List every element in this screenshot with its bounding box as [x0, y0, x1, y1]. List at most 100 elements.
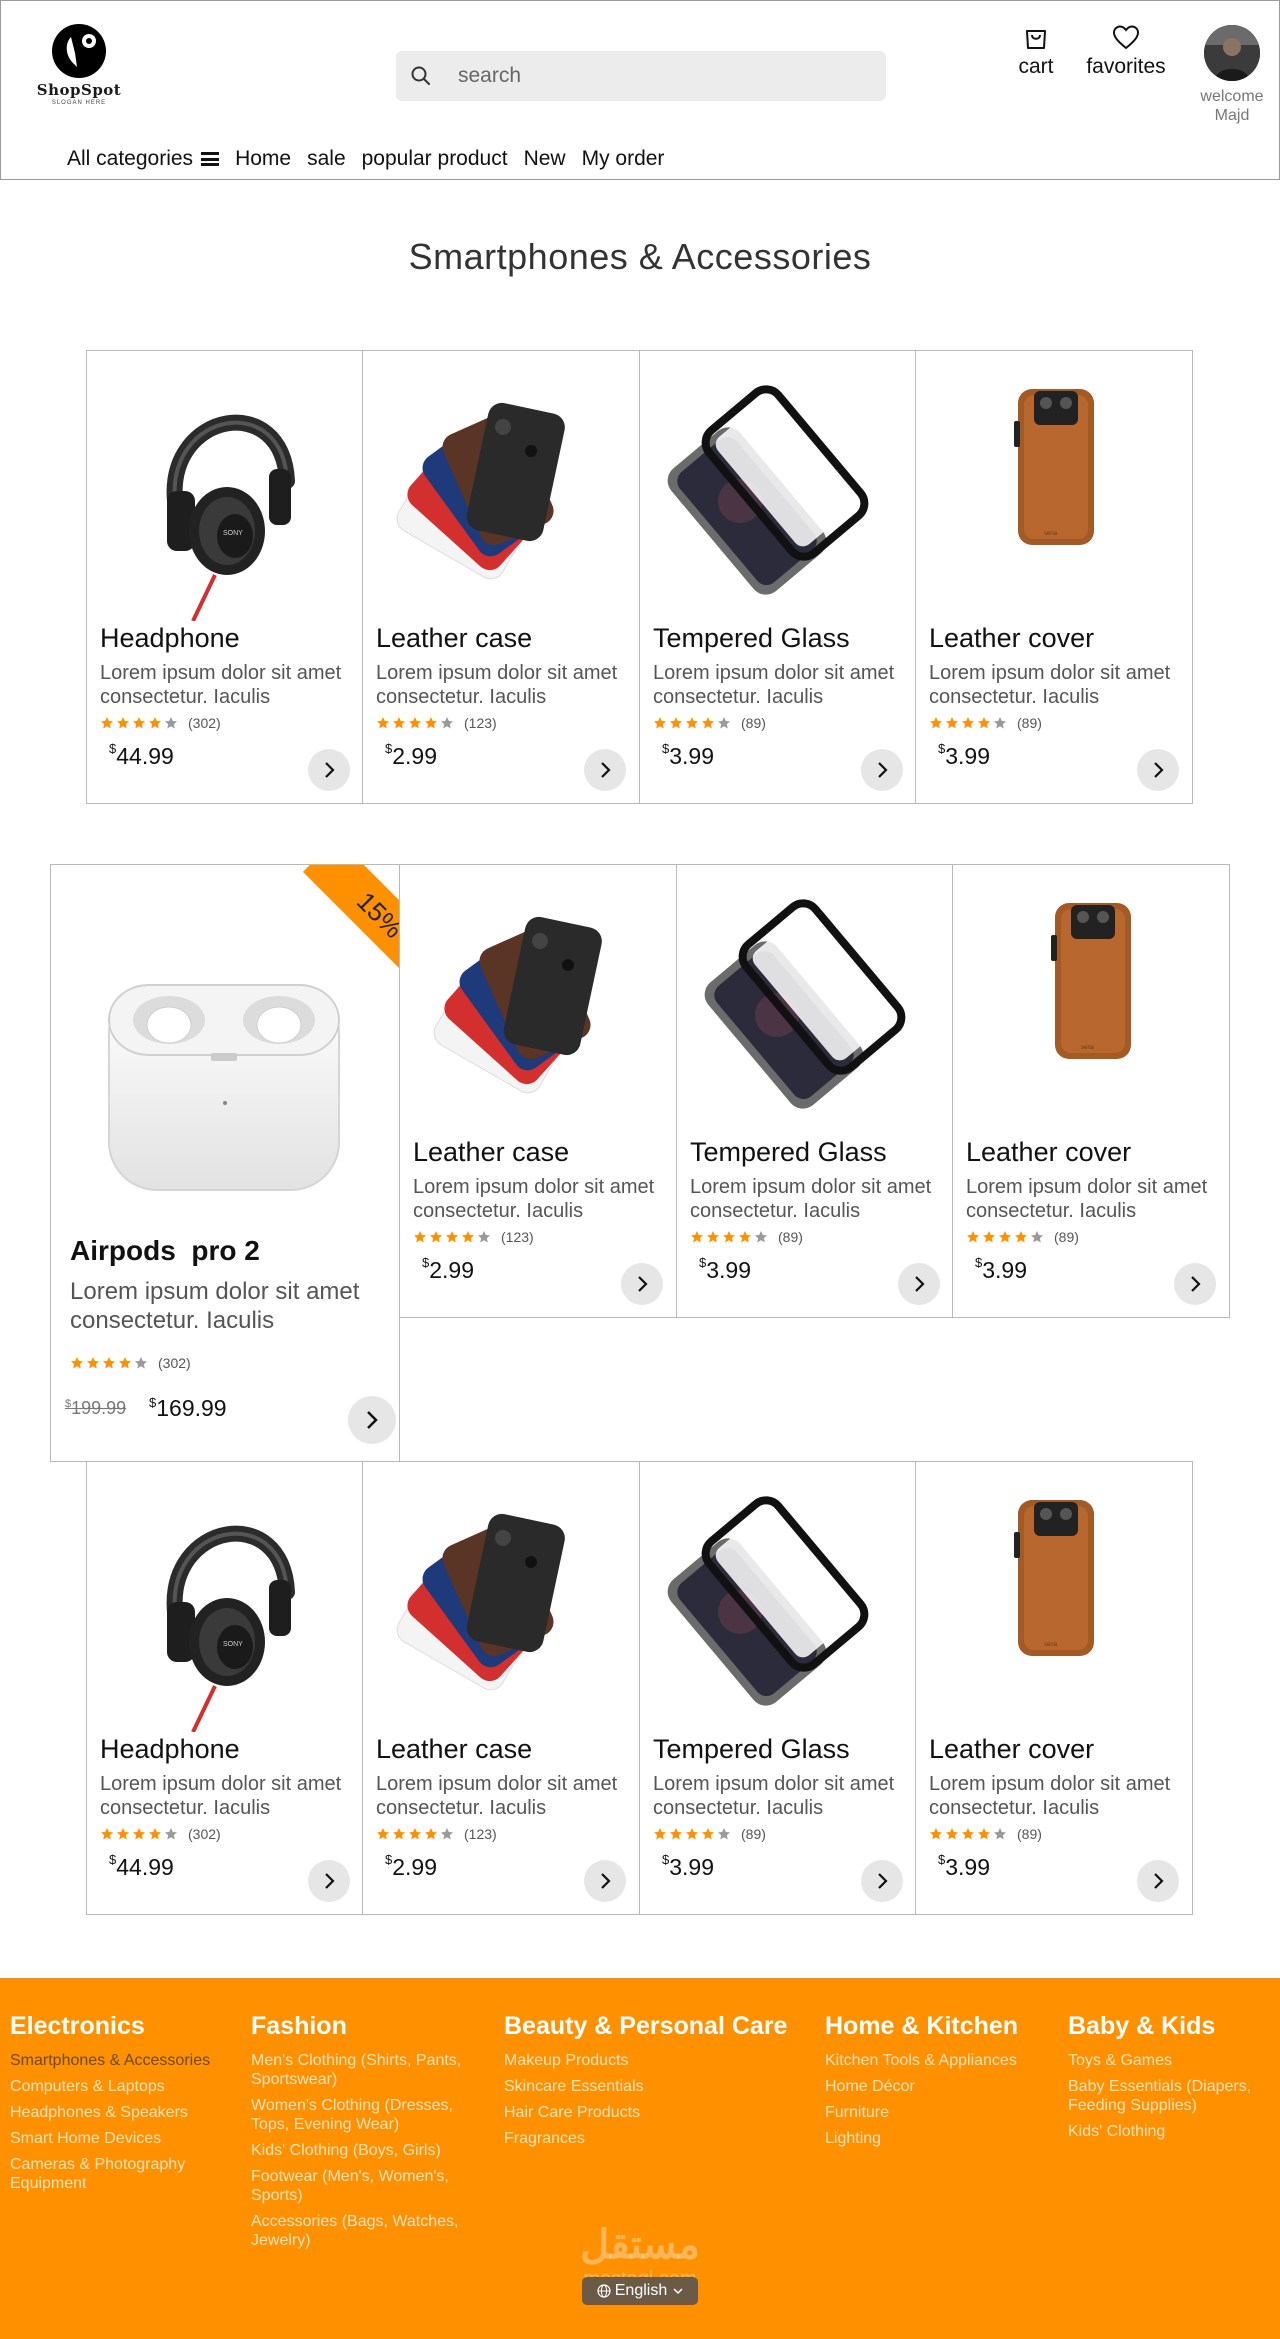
product-card[interactable]: Tempered Glass Lorem ipsum dolor sit ame…: [676, 864, 954, 1318]
view-product-button[interactable]: [584, 749, 626, 791]
nav-item-popular-product[interactable]: popular product: [362, 147, 508, 171]
brand-logo[interactable]: ShopSpot SLOGAN HERE: [29, 23, 129, 113]
all-categories-label: All categories: [67, 147, 194, 170]
star-filled-icon: [702, 1828, 714, 1840]
footer-column-title[interactable]: Fashion: [251, 2012, 481, 2041]
footer-link[interactable]: Headphones & Speakers: [10, 2103, 240, 2122]
leather-cover-image: sena: [1014, 389, 1094, 545]
chevron-right-icon: [878, 1873, 888, 1889]
product-rating: (89): [929, 715, 1042, 731]
star-filled-icon: [654, 1828, 666, 1840]
star-rating: [376, 716, 456, 730]
footer-link[interactable]: Kitchen Tools & Appliances: [825, 2051, 1055, 2070]
chevron-right-icon: [1154, 1873, 1164, 1889]
footer-link[interactable]: Toys & Games: [1068, 2051, 1273, 2070]
star-empty-icon: [994, 1828, 1006, 1840]
footer-link[interactable]: Makeup Products: [504, 2051, 734, 2070]
all-categories-menu[interactable]: All categories: [67, 147, 220, 171]
tempered-glass-image: [667, 1496, 869, 1706]
svg-text:sena: sena: [1081, 1045, 1095, 1051]
product-card[interactable]: Tempered Glass Lorem ipsum dolor sit ame…: [639, 350, 917, 804]
featured-rating: (302): [70, 1355, 191, 1371]
star-filled-icon: [133, 717, 145, 729]
footer-link[interactable]: Computers & Laptops: [10, 2077, 240, 2096]
footer-link[interactable]: Kids' Clothing: [1068, 2122, 1273, 2141]
footer-link[interactable]: Smart Home Devices: [10, 2129, 240, 2148]
search-input[interactable]: [458, 51, 868, 101]
footer-link[interactable]: Kids' Clothing (Boys, Girls): [251, 2141, 481, 2160]
headphone-image: SONY: [166, 414, 295, 621]
view-product-button[interactable]: [898, 1263, 940, 1305]
product-card[interactable]: SONY Headphone Lorem ipsum dolor sit ame…: [86, 1461, 364, 1915]
footer-link[interactable]: Skincare Essentials: [504, 2077, 734, 2096]
product-card[interactable]: SONY Headphone Lorem ipsum dolor sit ame…: [86, 350, 364, 804]
product-rating: (123): [376, 1826, 497, 1842]
cart-button[interactable]: cart: [1011, 23, 1061, 79]
nav-item-my-order[interactable]: My order: [582, 147, 665, 171]
currency-symbol: $: [662, 741, 670, 756]
favorites-button[interactable]: favorites: [1076, 23, 1176, 79]
star-empty-icon: [165, 1828, 177, 1840]
view-product-button[interactable]: [348, 1396, 396, 1444]
product-description: Lorem ipsum dolor sit amet consectetur. …: [929, 662, 1171, 708]
footer-link[interactable]: Furniture: [825, 2103, 1055, 2122]
view-product-button[interactable]: [861, 1860, 903, 1902]
footer-link[interactable]: Accessories (Bags, Watches, Jewelry): [251, 2212, 481, 2250]
product-description: Lorem ipsum dolor sit amet consectetur. …: [966, 1176, 1208, 1222]
footer-column-title[interactable]: Beauty & Personal Care: [504, 2012, 787, 2041]
product-card[interactable]: Leather case Lorem ipsum dolor sit amet …: [399, 864, 677, 1318]
product-card[interactable]: Tempered Glass Lorem ipsum dolor sit ame…: [639, 1461, 917, 1915]
footer-column-title[interactable]: Home & Kitchen: [825, 2012, 1055, 2041]
star-rating: [413, 1230, 493, 1244]
review-count: (89): [1017, 1826, 1042, 1842]
star-filled-icon: [414, 1231, 426, 1243]
footer-link[interactable]: Footwear (Men's, Women's, Sports): [251, 2167, 481, 2205]
review-count: (302): [158, 1355, 191, 1371]
view-product-button[interactable]: [1137, 1860, 1179, 1902]
footer-column: Fashion Men's Clothing (Shirts, Pants, Sp…: [251, 2012, 481, 2257]
footer-column-title[interactable]: Baby & Kids: [1068, 2012, 1273, 2041]
product-title: Leather case: [376, 1734, 533, 1764]
footer-link[interactable]: Home Décor: [825, 2077, 1055, 2096]
view-product-button[interactable]: [308, 749, 350, 791]
footer-link[interactable]: Baby Essentials (Diapers, Feeding Suppli…: [1068, 2077, 1273, 2115]
footer-column-title[interactable]: Electronics: [10, 2012, 240, 2041]
footer-column: Baby & Kids Toys & Games Baby Essentials (…: [1068, 2012, 1273, 2148]
nav-item-home[interactable]: Home: [235, 147, 291, 171]
product-price: $2.99: [385, 741, 437, 770]
language-selector[interactable]: English: [582, 2277, 698, 2305]
view-product-button[interactable]: [1174, 1263, 1216, 1305]
currency-symbol: $: [699, 1255, 707, 1270]
currency-symbol: $: [385, 1852, 393, 1867]
product-card[interactable]: sena Leather cover Lorem ipsum dolor sit…: [915, 350, 1193, 804]
old-price: $199.99: [65, 1398, 126, 1419]
view-product-button[interactable]: [1137, 749, 1179, 791]
avatar[interactable]: [1204, 25, 1260, 81]
footer-link[interactable]: Hair Care Products: [504, 2103, 734, 2122]
footer-link[interactable]: Men's Clothing (Shirts, Pants, Sportswea…: [251, 2051, 481, 2089]
featured-product-card[interactable]: 15% Airpods pro 2 Lorem ipsum dolor sit …: [50, 864, 400, 1462]
nav-item-sale[interactable]: sale: [307, 147, 346, 171]
product-card[interactable]: Leather case Lorem ipsum dolor sit amet …: [362, 1461, 640, 1915]
chevron-right-icon: [601, 762, 611, 778]
view-product-button[interactable]: [584, 1860, 626, 1902]
nav-item-new[interactable]: New: [524, 147, 566, 171]
view-product-button[interactable]: [861, 749, 903, 791]
footer-link[interactable]: Smartphones & Accessories: [10, 2051, 240, 2070]
product-card[interactable]: sena Leather cover Lorem ipsum dolor sit…: [915, 1461, 1193, 1915]
footer-link[interactable]: Lighting: [825, 2129, 1055, 2148]
product-price: $2.99: [422, 1255, 474, 1284]
product-card[interactable]: Leather case Lorem ipsum dolor sit amet …: [362, 350, 640, 804]
footer-link[interactable]: Fragrances: [504, 2129, 734, 2148]
view-product-button[interactable]: [621, 1263, 663, 1305]
product-card[interactable]: sena Leather cover Lorem ipsum dolor sit…: [952, 864, 1230, 1318]
view-product-button[interactable]: [308, 1860, 350, 1902]
product-title: Tempered Glass: [653, 623, 850, 653]
star-filled-icon: [377, 1828, 389, 1840]
footer-link[interactable]: Cameras & Photography Equipment: [10, 2155, 240, 2193]
search-bar[interactable]: [396, 51, 886, 101]
product-rating: (89): [653, 715, 766, 731]
airpods-case-image: [108, 984, 340, 1191]
footer-link[interactable]: Women's Clothing (Dresses, Tops, Evening…: [251, 2096, 481, 2134]
star-filled-icon: [101, 717, 113, 729]
